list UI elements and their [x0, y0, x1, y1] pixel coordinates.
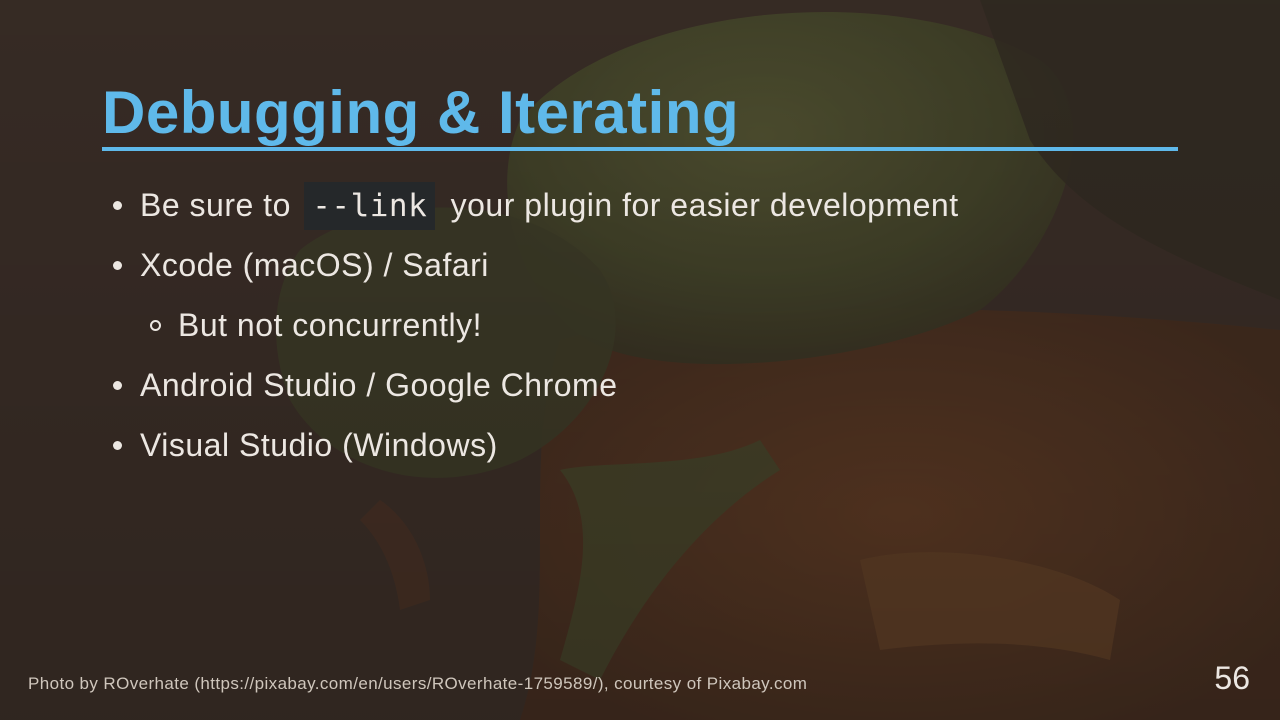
sub-bullet-text: But not concurrently!: [178, 307, 482, 343]
bullet-dot-icon: [113, 261, 122, 270]
bullet-dot-icon: [113, 201, 122, 210]
bullet-item: Xcode (macOS) / Safari: [110, 240, 1110, 300]
bullet-dot-icon: [113, 441, 122, 450]
bullet-list: Be sure to --link your plugin for easier…: [110, 180, 1110, 480]
bullet-text: your plugin for easier development: [450, 187, 959, 223]
bullet-text: Be sure to: [140, 187, 291, 223]
bullet-item: Be sure to --link your plugin for easier…: [110, 180, 1110, 240]
title-underline: [102, 147, 1178, 151]
code-snippet: --link: [304, 182, 436, 230]
slide-title: Debugging & Iterating: [102, 79, 740, 146]
bullet-text: Visual Studio (Windows): [140, 427, 498, 463]
bullet-item: Android Studio / Google Chrome: [110, 360, 1110, 420]
bullet-item: Visual Studio (Windows): [110, 420, 1110, 480]
bullet-text: Xcode (macOS) / Safari: [140, 247, 489, 283]
sub-bullet-item: But not concurrently!: [110, 300, 1110, 360]
slide: Debugging & Iterating Be sure to --link …: [0, 0, 1280, 720]
page-number: 56: [1214, 660, 1250, 696]
bullet-ring-icon: [150, 320, 161, 331]
photo-credit: Photo by ROverhate (https://pixabay.com/…: [28, 674, 808, 693]
bullet-text: Android Studio / Google Chrome: [140, 367, 618, 403]
bullet-dot-icon: [113, 381, 122, 390]
